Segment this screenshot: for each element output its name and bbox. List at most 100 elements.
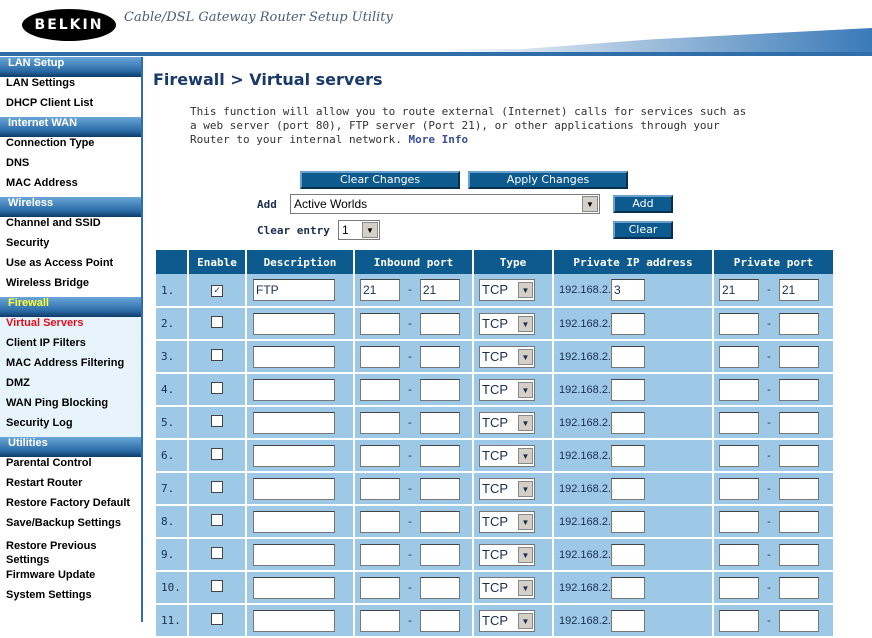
sidebar-item-client-ip-filters[interactable]: Client IP Filters: [0, 337, 141, 357]
inbound-port-to-input[interactable]: [419, 378, 460, 401]
sidebar-item-mac-address-filtering[interactable]: MAC Address Filtering: [0, 357, 141, 377]
protocol-type-select[interactable]: TCP ▼: [479, 345, 535, 368]
sidebar-item-system-settings[interactable]: System Settings: [0, 589, 141, 609]
enable-checkbox[interactable]: [211, 580, 223, 592]
private-port-to-input[interactable]: [778, 411, 819, 434]
sidebar-item-dmz[interactable]: DMZ: [0, 377, 141, 397]
private-port-from-input[interactable]: [719, 576, 759, 599]
description-input[interactable]: [253, 477, 335, 500]
inbound-port-from-input[interactable]: [360, 576, 400, 599]
description-input[interactable]: [253, 543, 335, 566]
sidebar-item-save-backup-settings[interactable]: Save/Backup Settings: [0, 517, 141, 537]
sidebar-item-virtual-servers[interactable]: Virtual Servers: [0, 317, 141, 337]
description-input[interactable]: [253, 378, 335, 401]
private-port-from-input[interactable]: [719, 477, 759, 500]
private-ip-input[interactable]: 3: [611, 279, 645, 301]
inbound-port-from-input[interactable]: [360, 444, 400, 467]
inbound-port-from-input[interactable]: [360, 345, 400, 368]
more-info-link[interactable]: More Info: [409, 133, 469, 146]
sidebar-item-dhcp-client-list[interactable]: DHCP Client List: [0, 97, 141, 117]
sidebar-item-restart-router[interactable]: Restart Router: [0, 477, 141, 497]
inbound-port-to-input[interactable]: 21: [419, 279, 460, 301]
private-port-from-input[interactable]: [719, 312, 759, 335]
protocol-type-select[interactable]: TCP ▼: [479, 477, 535, 500]
private-port-from-input[interactable]: [719, 345, 759, 368]
belkin-logo[interactable]: BELKIN: [22, 9, 116, 41]
protocol-type-select[interactable]: TCP ▼: [479, 510, 535, 533]
inbound-port-from-input[interactable]: 21: [360, 279, 400, 301]
private-port-from-input[interactable]: 21: [719, 279, 759, 301]
private-port-to-input[interactable]: 21: [778, 279, 819, 301]
private-ip-input[interactable]: [611, 411, 645, 434]
private-ip-input[interactable]: [611, 576, 645, 599]
private-port-to-input[interactable]: [778, 543, 819, 566]
clear-entry-select[interactable]: 1 ▼: [338, 220, 380, 240]
protocol-type-select[interactable]: TCP ▼: [479, 411, 535, 434]
enable-checkbox[interactable]: [211, 415, 223, 427]
private-port-to-input[interactable]: [778, 345, 819, 368]
inbound-port-to-input[interactable]: [419, 444, 460, 467]
private-port-from-input[interactable]: [719, 543, 759, 566]
enable-checkbox[interactable]: [211, 481, 223, 493]
sidebar-item-dns[interactable]: DNS: [0, 157, 141, 177]
sidebar-item-wan-ping-blocking[interactable]: WAN Ping Blocking: [0, 397, 141, 417]
private-port-to-input[interactable]: [778, 576, 819, 599]
private-ip-input[interactable]: [611, 345, 645, 368]
inbound-port-to-input[interactable]: [419, 477, 460, 500]
enable-checkbox[interactable]: [211, 448, 223, 460]
description-input[interactable]: [253, 411, 335, 434]
private-port-to-input[interactable]: [778, 477, 819, 500]
sidebar-item-mac-address[interactable]: MAC Address: [0, 177, 141, 197]
private-port-to-input[interactable]: [778, 378, 819, 401]
inbound-port-from-input[interactable]: [360, 510, 400, 533]
inbound-port-to-input[interactable]: [419, 510, 460, 533]
private-port-from-input[interactable]: [719, 444, 759, 467]
private-ip-input[interactable]: [611, 609, 645, 632]
description-input[interactable]: [253, 444, 335, 467]
sidebar-item-use-as-access-point[interactable]: Use as Access Point: [0, 257, 141, 277]
description-input[interactable]: [253, 576, 335, 599]
enable-checkbox[interactable]: [211, 613, 223, 625]
private-port-to-input[interactable]: [778, 444, 819, 467]
enable-checkbox[interactable]: [211, 316, 223, 328]
enable-checkbox[interactable]: ✓: [211, 285, 223, 297]
sidebar-item-restore-previous-settings[interactable]: Restore Previous Settings: [0, 537, 141, 569]
inbound-port-to-input[interactable]: [419, 609, 460, 632]
private-ip-input[interactable]: [611, 477, 645, 500]
description-input[interactable]: [253, 312, 335, 335]
protocol-type-select[interactable]: TCP ▼: [479, 378, 535, 401]
inbound-port-to-input[interactable]: [419, 411, 460, 434]
add-service-select[interactable]: Active Worlds ▼: [290, 194, 600, 214]
inbound-port-from-input[interactable]: [360, 477, 400, 500]
private-port-to-input[interactable]: [778, 609, 819, 632]
sidebar-item-parental-control[interactable]: Parental Control: [0, 457, 141, 477]
clear-changes-button[interactable]: Clear Changes: [300, 171, 460, 189]
protocol-type-select[interactable]: TCP ▼: [479, 609, 535, 632]
enable-checkbox[interactable]: [211, 514, 223, 526]
inbound-port-from-input[interactable]: [360, 609, 400, 632]
add-button[interactable]: Add: [613, 195, 673, 213]
inbound-port-from-input[interactable]: [360, 411, 400, 434]
inbound-port-to-input[interactable]: [419, 576, 460, 599]
inbound-port-to-input[interactable]: [419, 543, 460, 566]
sidebar-item-firmware-update[interactable]: Firmware Update: [0, 569, 141, 589]
description-input[interactable]: FTP: [253, 279, 335, 301]
private-port-from-input[interactable]: [719, 378, 759, 401]
private-port-to-input[interactable]: [778, 312, 819, 335]
private-ip-input[interactable]: [611, 312, 645, 335]
description-input[interactable]: [253, 345, 335, 368]
private-port-from-input[interactable]: [719, 609, 759, 632]
sidebar-item-security-log[interactable]: Security Log: [0, 417, 141, 437]
protocol-type-select[interactable]: TCP ▼: [479, 312, 535, 335]
private-ip-input[interactable]: [611, 378, 645, 401]
private-port-from-input[interactable]: [719, 411, 759, 434]
protocol-type-select[interactable]: TCP ▼: [479, 279, 535, 301]
sidebar-item-connection-type[interactable]: Connection Type: [0, 137, 141, 157]
enable-checkbox[interactable]: [211, 547, 223, 559]
description-input[interactable]: [253, 609, 335, 632]
inbound-port-from-input[interactable]: [360, 312, 400, 335]
description-input[interactable]: [253, 510, 335, 533]
protocol-type-select[interactable]: TCP ▼: [479, 543, 535, 566]
private-ip-input[interactable]: [611, 510, 645, 533]
inbound-port-to-input[interactable]: [419, 345, 460, 368]
